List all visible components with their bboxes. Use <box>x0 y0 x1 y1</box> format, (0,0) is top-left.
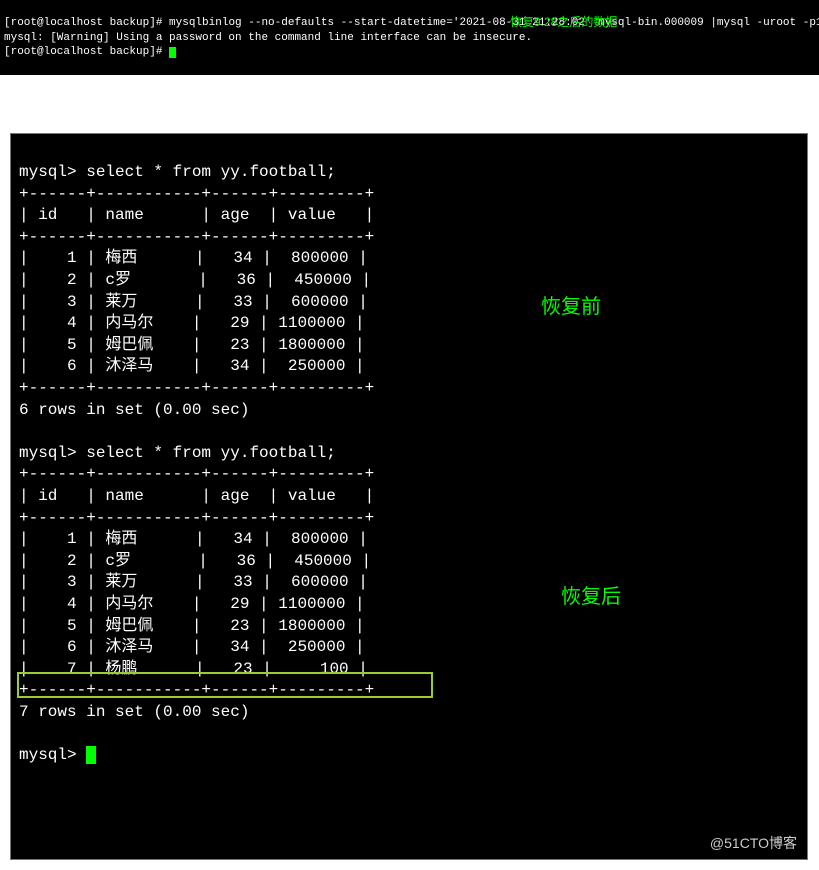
main-terminal: mysql> select * from yy.football; +-----… <box>11 134 807 859</box>
table-row: | 7 | 杨鹏 | 23 | 100 | <box>19 660 368 678</box>
table-row: | 6 | 沐泽马 | 34 | 250000 | <box>19 357 365 375</box>
table-header: | id | name | age | value | <box>19 206 374 224</box>
table-separator: +------+-----------+------+---------+ <box>19 681 374 699</box>
mysql-prompt: mysql> <box>19 746 86 764</box>
table-separator: +------+-----------+------+---------+ <box>19 379 374 397</box>
table-row: | 5 | 姆巴佩 | 23 | 1800000 | <box>19 617 365 635</box>
table-separator: +------+-----------+------+---------+ <box>19 228 374 246</box>
table-row: | 4 | 内马尔 | 29 | 1100000 | <box>19 314 365 332</box>
table-separator: +------+-----------+------+---------+ <box>19 185 374 203</box>
table-header: | id | name | age | value | <box>19 487 374 505</box>
table-row: | 2 | c罗 | 36 | 450000 | <box>19 271 371 289</box>
table-row: | 3 | 莱万 | 33 | 600000 | <box>19 293 368 311</box>
warning-line: mysql: [Warning] Using a password on the… <box>4 32 532 44</box>
cursor-icon <box>86 746 96 764</box>
spacer <box>0 75 819 133</box>
table-row: | 5 | 姆巴佩 | 23 | 1800000 | <box>19 336 365 354</box>
table-separator: +------+-----------+------+---------+ <box>19 465 374 483</box>
sql-query: mysql> select * from yy.football; <box>19 444 336 462</box>
shell-prompt: [root@localhost backup]# <box>4 46 169 58</box>
result-footer: 6 rows in set (0.00 sec) <box>19 401 249 419</box>
result-footer: 7 rows in set (0.00 sec) <box>19 703 249 721</box>
table-row: | 1 | 梅西 | 34 | 800000 | <box>19 530 368 548</box>
cursor-icon <box>169 47 176 58</box>
shell-command: mysqlbinlog --no-defaults --start-dateti… <box>169 17 819 29</box>
watermark-text: @51CTO博客 <box>710 834 797 853</box>
shell-prompt: [root@localhost backup]# <box>4 17 169 29</box>
after-label: 恢复后 <box>561 584 621 611</box>
table-row: | 2 | c罗 | 36 | 450000 | <box>19 552 371 570</box>
before-label: 恢复前 <box>541 294 601 321</box>
annotation-label: 恢复9.28之后的数据 <box>510 15 617 31</box>
top-terminal: [root@localhost backup]# mysqlbinlog --n… <box>0 0 819 75</box>
table-row: | 6 | 沐泽马 | 34 | 250000 | <box>19 638 365 656</box>
table-row: | 1 | 梅西 | 34 | 800000 | <box>19 249 368 267</box>
table-separator: +------+-----------+------+---------+ <box>19 509 374 527</box>
table-row: | 4 | 内马尔 | 29 | 1100000 | <box>19 595 365 613</box>
table-row: | 3 | 莱万 | 33 | 600000 | <box>19 573 368 591</box>
sql-query: mysql> select * from yy.football; <box>19 163 336 181</box>
main-terminal-frame: mysql> select * from yy.football; +-----… <box>10 133 808 860</box>
